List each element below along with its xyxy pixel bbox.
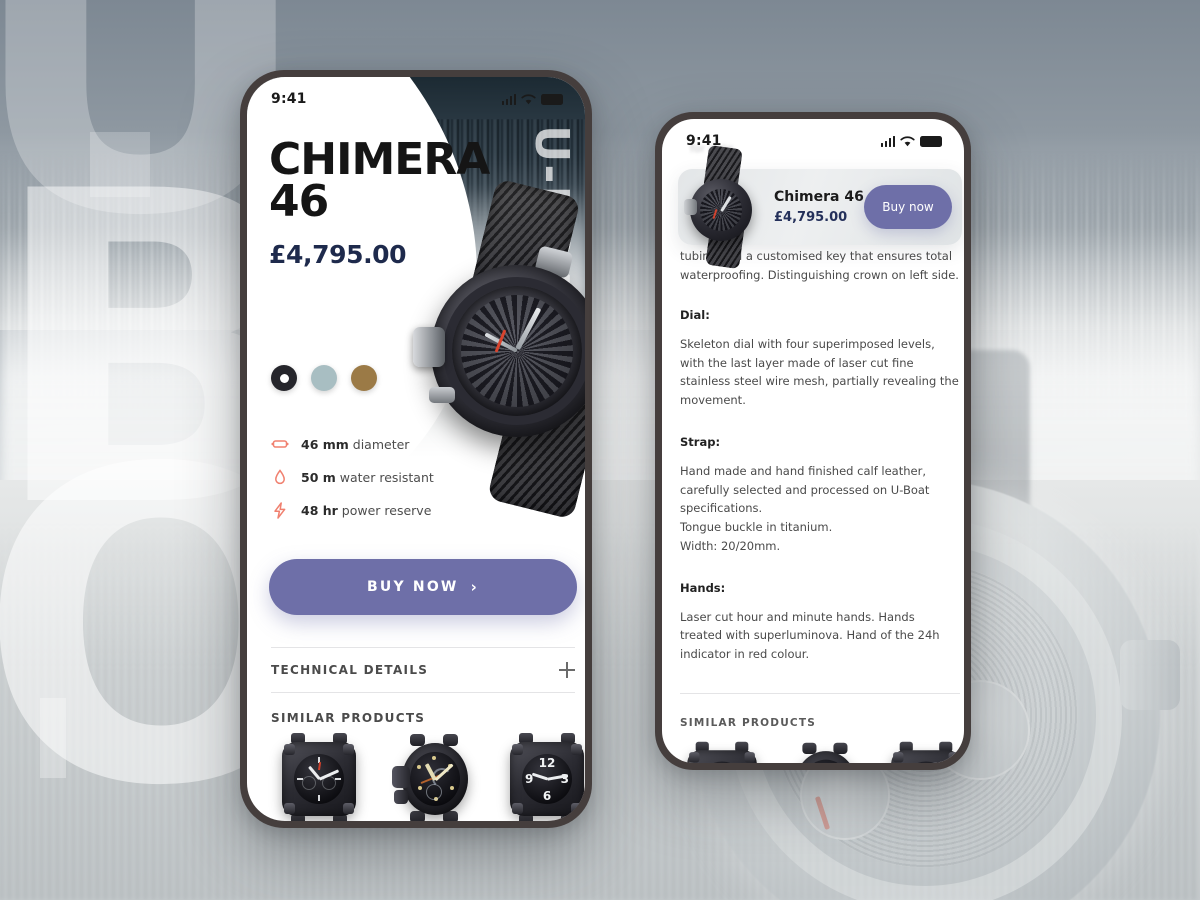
similar-product-card-right-3[interactable]: 123 69 Bell & Ross BR S — [882, 739, 964, 763]
product-price: £4,795.00 — [269, 240, 407, 269]
color-swatch-bronze[interactable] — [351, 365, 377, 391]
description-heading-strap: Strap: — [680, 435, 721, 450]
feature-text-diameter: 46 mm diameter — [301, 437, 409, 452]
similar-product-card-3[interactable]: 123 69 Bell & Ross BR S — [499, 733, 585, 821]
background-square-accent-2 — [40, 698, 66, 778]
description-body-dial: Skeleton dial with four superimposed lev… — [680, 336, 959, 407]
similar-product-card-1[interactable]: Bell & Ross BR-X1 — [271, 733, 367, 821]
status-bar-right: 9:41 — [662, 119, 964, 149]
description-heading-dial: Dial: — [680, 308, 710, 323]
sticky-product-card: Chimera 46 £4,795.00 Buy now — [678, 144, 962, 270]
color-swatch-group — [271, 365, 377, 391]
plus-icon[interactable] — [559, 662, 575, 678]
sticky-card-thumbnail — [682, 144, 760, 270]
phone-left: U-BOAT 9:41 — [240, 70, 592, 828]
wifi-icon — [521, 93, 536, 104]
battery-icon — [920, 135, 942, 147]
lightning-bolt-icon — [271, 501, 289, 519]
feature-list: 46 mm diameter 50 m water resistant 48 h… — [271, 435, 521, 534]
wifi-icon — [900, 135, 915, 146]
feature-row-power: 48 hr power reserve — [271, 501, 521, 519]
watch-thumbnail-bell-ross-brx1-right — [682, 741, 763, 763]
feature-value-water: 50 m — [301, 469, 336, 485]
watch-thumbnail-bell-ross-brx1 — [276, 733, 362, 821]
feature-text-power: 48 hr power reserve — [301, 503, 431, 518]
color-swatch-black[interactable] — [271, 365, 297, 391]
page-title: CHIMERA 46 — [269, 134, 490, 228]
similar-products-heading-right: SIMILAR PRODUCTS — [680, 717, 816, 729]
section-divider — [680, 693, 960, 694]
feature-unit-diameter: diameter — [348, 436, 410, 452]
water-drop-icon — [271, 468, 289, 486]
status-bar-icons-right — [880, 135, 942, 147]
product-title-line2: 46 — [269, 176, 329, 228]
watch-thumbnail-bell-ross-brs: 12 3 69 — [504, 733, 585, 821]
signal-bars-icon — [880, 135, 895, 147]
signal-bars-icon — [501, 93, 516, 105]
description-body-hands: Laser cut hour and minute hands. Hands t… — [680, 609, 940, 661]
similar-product-card-right-2[interactable]: U-Boat 46 SS — [780, 739, 868, 763]
feature-text-water: 50 m water resistant — [301, 470, 434, 485]
technical-details-row[interactable]: TECHNICAL DETAILS — [271, 647, 575, 693]
watch-thumbnail-bell-ross-brs-right: 123 69 — [886, 741, 964, 763]
buy-now-button[interactable]: BUY NOW › — [269, 559, 577, 615]
phone-right: for date 9:41 tubing and a customised ke… — [655, 112, 971, 770]
feature-row-water: 50 m water resistant — [271, 468, 521, 486]
similar-product-card-2[interactable]: U-Boat 46 SS — [385, 733, 481, 821]
feature-unit-power: power reserve — [337, 502, 432, 518]
product-description: tubing and a customised key that ensures… — [680, 247, 960, 688]
color-swatch-steel-blue[interactable] — [311, 365, 337, 391]
similar-products-heading: SIMILAR PRODUCTS — [271, 711, 426, 725]
status-bar-time-right: 9:41 — [686, 133, 722, 149]
technical-details-label: TECHNICAL DETAILS — [271, 663, 429, 677]
feature-value-power: 48 hr — [301, 502, 338, 518]
feature-unit-water: water resistant — [335, 469, 434, 485]
battery-icon — [541, 93, 563, 105]
status-bar-icons — [501, 93, 563, 105]
sticky-buy-now-button[interactable]: Buy now — [864, 185, 952, 229]
description-heading-hands: Hands: — [680, 581, 726, 596]
description-body-strap: Hand made and hand finished calf leather… — [680, 464, 930, 553]
watch-thumbnail-uboat-46ss — [390, 733, 476, 821]
feature-row-diameter: 46 mm diameter — [271, 435, 521, 453]
feature-value-diameter: 46 mm — [301, 436, 349, 452]
sticky-card-title: Chimera 46 — [774, 189, 864, 205]
phone-right-screen: for date 9:41 tubing and a customised ke… — [662, 119, 964, 763]
chevron-right-icon: › — [470, 578, 479, 596]
sticky-card-price: £4,795.00 — [774, 210, 848, 225]
buy-now-label: BUY NOW — [367, 579, 459, 595]
product-title-line1: CHIMERA — [269, 134, 490, 185]
watch-thumbnail-uboat-46ss-right — [784, 742, 865, 763]
status-bar-time: 9:41 — [271, 91, 307, 107]
similar-products-list-right: Bell & Ross BR-X1 — [678, 739, 964, 763]
phone-left-screen: U-BOAT 9:41 — [247, 77, 585, 821]
app-mockup-stage: U B O U-BOAT U-BOAT — [0, 0, 1200, 900]
status-bar: 9:41 — [247, 77, 585, 107]
similar-products-list: Bell & Ross BR-X1 — [271, 733, 585, 821]
similar-product-card-right-1[interactable]: Bell & Ross BR-X1 — [678, 739, 766, 763]
watch-case-icon — [271, 435, 289, 453]
